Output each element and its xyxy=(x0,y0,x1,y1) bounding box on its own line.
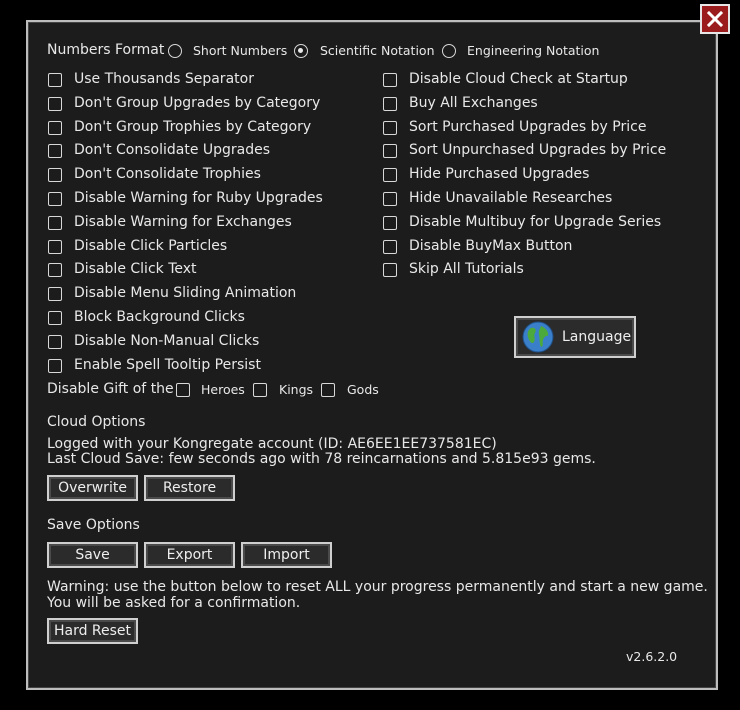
left-option-label: Disable Menu Sliding Animation xyxy=(74,285,297,302)
checkbox-gift-heroes[interactable] xyxy=(176,383,190,397)
warning-text-line2: You will be asked for a confirmation. xyxy=(47,595,301,611)
left-option-checkbox[interactable] xyxy=(48,96,62,111)
left-option-label: Don't Group Upgrades by Category xyxy=(74,94,321,111)
left-option-checkbox[interactable] xyxy=(48,334,62,349)
right-option-label: Hide Unavailable Researches xyxy=(409,190,613,206)
radio-engineering-notation-label: Engineering Notation xyxy=(467,43,600,58)
cloud-options-title: Cloud Options xyxy=(47,414,146,430)
close-icon xyxy=(707,11,723,27)
left-option-checkbox[interactable] xyxy=(48,120,62,135)
restore-button[interactable]: Restore xyxy=(144,475,235,501)
gift-label: Disable Gift of the xyxy=(47,381,174,397)
checkbox-gift-gods[interactable] xyxy=(321,383,335,397)
left-option-label: Disable Warning for Ruby Upgrades xyxy=(74,190,323,206)
right-option-checkbox[interactable] xyxy=(383,168,397,183)
left-option-checkbox[interactable] xyxy=(48,192,62,206)
gift-kings-label: Kings xyxy=(279,382,314,397)
numbers-format-label: Numbers Format xyxy=(47,42,165,58)
left-option-checkbox[interactable] xyxy=(48,263,62,278)
right-option-label: Disable Multibuy for Upgrade Series xyxy=(409,213,662,230)
warning-text-line1: Warning: use the button below to reset A… xyxy=(47,579,708,595)
right-option-label: Disable Cloud Check at Startup xyxy=(409,71,628,87)
radio-scientific-notation[interactable] xyxy=(294,44,308,58)
right-option-checkbox[interactable] xyxy=(383,192,397,206)
right-option-label: Buy All Exchanges xyxy=(409,94,538,111)
left-option-checkbox[interactable] xyxy=(48,287,62,302)
right-option-checkbox[interactable] xyxy=(383,96,397,111)
right-option-label: Skip All Tutorials xyxy=(409,261,524,278)
left-option-checkbox[interactable] xyxy=(48,215,62,230)
left-option-label: Use Thousands Separator xyxy=(74,71,254,87)
gift-gods-label: Gods xyxy=(347,382,379,397)
left-option-label: Don't Consolidate Upgrades xyxy=(74,142,271,159)
left-option-label: Disable Non-Manual Clicks xyxy=(74,332,260,349)
version-label: v2.6.2.0 xyxy=(626,649,678,664)
language-button[interactable]: Language xyxy=(514,316,636,358)
left-option-checkbox[interactable] xyxy=(48,239,62,254)
gift-heroes-label: Heroes xyxy=(201,382,245,397)
close-button[interactable] xyxy=(700,4,730,34)
right-option-label: Disable BuyMax Button xyxy=(409,237,573,254)
left-option-label: Disable Click Particles xyxy=(74,237,228,254)
hard-reset-button[interactable]: Hard Reset xyxy=(47,618,138,644)
left-option-label: Don't Group Trophies by Category xyxy=(74,118,312,135)
checkbox-gift-kings[interactable] xyxy=(253,383,267,397)
right-option-checkbox[interactable] xyxy=(383,144,397,159)
left-option-label: Disable Warning for Exchanges xyxy=(74,213,292,230)
radio-short-numbers[interactable] xyxy=(168,44,182,58)
left-option-checkbox[interactable] xyxy=(48,168,62,183)
left-option-label: Block Background Clicks xyxy=(74,309,245,325)
export-button[interactable]: Export xyxy=(144,542,235,568)
right-option-checkbox[interactable] xyxy=(383,215,397,230)
right-option-checkbox[interactable] xyxy=(383,239,397,254)
save-button[interactable]: Save xyxy=(47,542,138,568)
left-option-checkbox[interactable] xyxy=(48,73,62,87)
cloud-last-save-text: Last Cloud Save: few seconds ago with 78… xyxy=(47,451,596,467)
left-option-label: Disable Click Text xyxy=(74,261,197,278)
import-button[interactable]: Import xyxy=(241,542,332,568)
right-option-label: Sort Unpurchased Upgrades by Price xyxy=(409,142,667,159)
right-option-checkbox[interactable] xyxy=(383,73,397,87)
cloud-logged-text: Logged with your Kongregate account (ID:… xyxy=(47,436,497,452)
radio-short-numbers-label: Short Numbers xyxy=(193,43,288,58)
radio-engineering-notation[interactable] xyxy=(442,44,456,58)
save-options-title: Save Options xyxy=(47,517,140,533)
overwrite-button[interactable]: Overwrite xyxy=(47,475,138,501)
right-option-checkbox[interactable] xyxy=(383,263,397,278)
language-button-label: Language xyxy=(562,329,632,345)
left-option-label: Enable Spell Tooltip Persist xyxy=(74,356,261,373)
right-option-label: Hide Purchased Upgrades xyxy=(409,166,590,183)
right-option-label: Sort Purchased Upgrades by Price xyxy=(409,118,647,135)
left-option-label: Don't Consolidate Trophies xyxy=(74,166,261,183)
left-option-checkbox[interactable] xyxy=(48,311,62,325)
left-option-checkbox[interactable] xyxy=(48,144,62,159)
left-option-checkbox[interactable] xyxy=(48,358,62,373)
right-option-checkbox[interactable] xyxy=(383,120,397,135)
globe-icon xyxy=(522,321,554,353)
radio-scientific-notation-label: Scientific Notation xyxy=(320,43,435,58)
